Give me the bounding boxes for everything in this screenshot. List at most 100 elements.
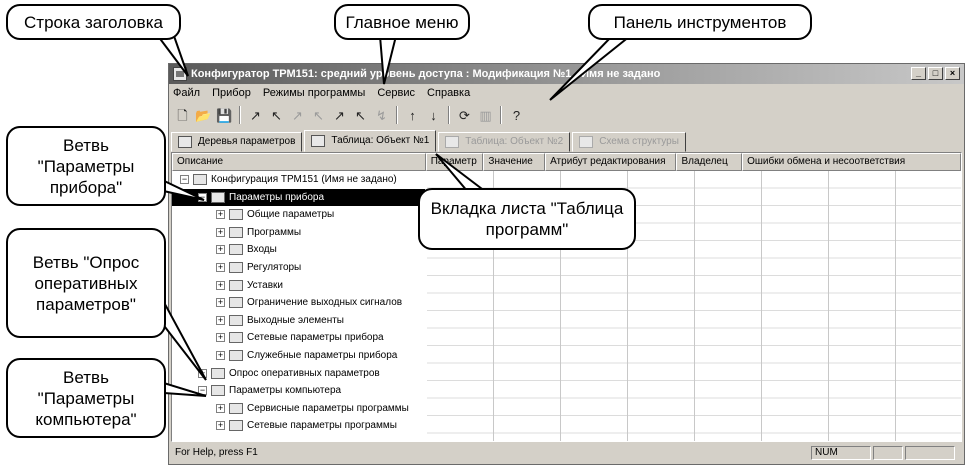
status-panel (905, 446, 955, 460)
callout-toolbar: Панель инструментов (588, 4, 812, 40)
title-bar[interactable]: Конфигуратор ТРМ151: средний уровень дос… (169, 64, 964, 84)
minimize-button[interactable]: _ (911, 67, 926, 80)
folder-icon (229, 279, 243, 291)
tree-row-label: Входы (247, 244, 277, 256)
toolbar-separator (239, 106, 241, 124)
tree-row[interactable]: − Параметры прибора (172, 188, 425, 207)
tab-table-object-1[interactable]: Таблица: Объект №1 (304, 130, 437, 152)
expand-icon[interactable]: + (216, 403, 225, 413)
read-all-icon[interactable]: ↖ (309, 106, 328, 125)
tab-structure-scheme[interactable]: Схема структуры (572, 132, 686, 152)
expand-icon[interactable]: + (216, 298, 225, 308)
window-title: Конфигуратор ТРМ151: средний уровень дос… (191, 68, 661, 80)
compare-icon[interactable]: ↯ (372, 106, 391, 125)
callout-branch-device-params: Ветвь "Параметры прибора" (6, 126, 166, 206)
window-controls: _ □ × (911, 67, 960, 80)
window-icon (229, 402, 243, 414)
expand-icon[interactable]: + (198, 368, 207, 378)
folder-icon (229, 244, 243, 256)
status-panel (873, 446, 903, 460)
tab-label: Схема структуры (599, 136, 679, 147)
grid-icon[interactable]: ▥ (476, 106, 495, 125)
read-device-icon[interactable]: ↖ (267, 106, 286, 125)
menu-device[interactable]: Прибор (212, 87, 251, 99)
tree-row[interactable]: − Конфигурация ТРМ151 (Имя не задано) (172, 171, 961, 189)
collapse-icon[interactable]: − (180, 175, 189, 184)
tree-row[interactable]: + Уставки (172, 277, 961, 295)
tree-row[interactable]: + Ограничение выходных сигналов (172, 294, 961, 312)
help-icon[interactable]: ? (507, 106, 526, 125)
tab-label: Таблица: Объект №1 (331, 135, 430, 146)
column-header[interactable]: Параметр (425, 153, 484, 171)
tree-row[interactable]: + Регуляторы (172, 259, 961, 277)
collapse-icon[interactable]: − (198, 192, 207, 202)
tree-row[interactable]: − Параметры компьютера (172, 382, 961, 400)
app-window: Конфигуратор ТРМ151: средний уровень дос… (168, 63, 965, 465)
folder-icon (229, 297, 243, 309)
read-selected-icon[interactable]: ↖ (351, 106, 370, 125)
table-icon (445, 136, 460, 148)
expand-icon[interactable]: + (216, 227, 225, 237)
app-icon (173, 67, 187, 81)
tree-row-label: Сервисные параметры программы (247, 402, 409, 414)
callout-main-menu: Главное меню (334, 4, 470, 40)
close-button[interactable]: × (945, 67, 960, 80)
tree-row[interactable]: + Служебные параметры прибора (172, 347, 961, 365)
expand-icon[interactable]: + (216, 333, 225, 343)
column-header[interactable]: Значение (483, 153, 546, 171)
menu-service[interactable]: Сервис (377, 87, 415, 99)
write-all-icon[interactable]: ↗ (288, 106, 307, 125)
tab-table-object-2[interactable]: Таблица: Объект №2 (438, 132, 571, 152)
column-header[interactable]: Описание (172, 153, 426, 171)
callout-title-bar: Строка заголовка (6, 4, 181, 40)
tree-row[interactable]: + Сетевые параметры программы (172, 417, 961, 435)
menu-help[interactable]: Справка (427, 87, 470, 99)
toolbar-separator (448, 106, 450, 124)
sort-up-icon[interactable]: ↑ (403, 106, 422, 125)
tree-row[interactable]: + Сервисные параметры программы (172, 400, 961, 418)
expand-icon[interactable]: + (216, 350, 225, 360)
tree-row[interactable]: + Сетевые параметры прибора (172, 329, 961, 347)
menu-bar: Файл Прибор Режимы программы Сервис Спра… (169, 85, 964, 102)
tree-row-label: Уставки (247, 279, 283, 291)
folder-icon (229, 209, 243, 221)
open-folder-icon[interactable]: 📂 (194, 106, 213, 125)
write-device-icon[interactable]: ↗ (246, 106, 265, 125)
collapse-icon[interactable]: − (198, 386, 207, 396)
tree-row[interactable]: + Выходные элементы (172, 312, 961, 330)
network-icon (229, 420, 243, 432)
tree-icon (178, 136, 192, 148)
save-icon[interactable]: 💾 (215, 106, 234, 125)
callout-branch-computer-params: Ветвь "Параметры компьютера" (6, 358, 166, 438)
expand-icon[interactable]: + (216, 262, 225, 272)
refresh-icon[interactable]: ⟳ (455, 106, 474, 125)
device-icon (193, 174, 207, 185)
expand-icon[interactable]: + (216, 421, 225, 431)
tree-row-label: Выходные элементы (247, 314, 344, 326)
tree-row-label: Служебные параметры прибора (247, 349, 398, 361)
callout-sheet-tab: Вкладка листа "Таблица программ" (418, 188, 636, 250)
folder-icon (229, 226, 243, 238)
column-header[interactable]: Атрибут редактирования (545, 153, 677, 171)
expand-icon[interactable]: + (216, 315, 225, 325)
table-icon (311, 135, 326, 147)
tab-label: Деревья параметров (198, 136, 296, 147)
write-selected-icon[interactable]: ↗ (330, 106, 349, 125)
tab-label: Таблица: Объект №2 (465, 136, 564, 147)
new-document-icon[interactable]: 🗋 (173, 106, 192, 125)
expand-icon[interactable]: + (216, 210, 225, 220)
menu-file[interactable]: Файл (173, 87, 200, 99)
column-header[interactable]: Владелец (676, 153, 743, 171)
expand-icon[interactable]: + (216, 280, 225, 290)
expand-icon[interactable]: + (216, 245, 225, 255)
folder-icon (229, 314, 243, 326)
sort-down-icon[interactable]: ↓ (424, 106, 443, 125)
menu-program-modes[interactable]: Режимы программы (263, 87, 365, 99)
folder-icon (211, 191, 225, 203)
tab-parameter-trees[interactable]: Деревья параметров (171, 132, 303, 152)
tree-row[interactable]: + Опрос оперативных параметров (172, 365, 961, 383)
maximize-button[interactable]: □ (928, 67, 943, 80)
scheme-icon (579, 136, 594, 148)
tree-row-label: Параметры прибора (229, 191, 325, 203)
column-header[interactable]: Ошибки обмена и несоответствия (742, 153, 961, 171)
